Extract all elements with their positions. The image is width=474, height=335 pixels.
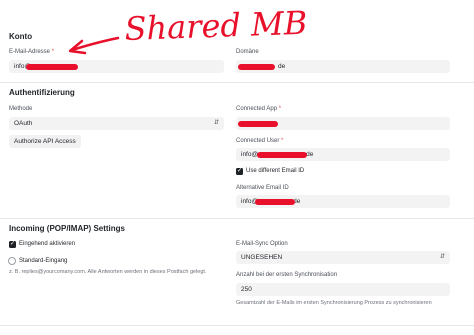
method-value: OAuth [14, 120, 33, 127]
connected-user-label-text: Connected User [236, 138, 280, 144]
required-marker: * [278, 106, 282, 112]
redaction-mark [26, 64, 78, 70]
sync-count-value: 250 [241, 286, 252, 293]
redaction-mark [257, 152, 307, 158]
authorize-api-button[interactable]: Authorize API Access [9, 135, 81, 148]
redaction-mark [255, 199, 295, 205]
redaction-mark [238, 121, 278, 127]
eingehend-checkbox[interactable]: ✓ [9, 241, 16, 248]
divider [0, 82, 474, 83]
required-marker: * [51, 49, 55, 55]
standard-eingang-radio[interactable] [8, 257, 16, 265]
section-title-incoming: Incoming (POP/IMAP) Settings [9, 224, 126, 233]
select-arrows-icon: ⇵ [439, 254, 445, 260]
email-label: E-Mail-Adresse * [9, 49, 54, 55]
section-title-konto: Konto [9, 32, 33, 41]
connected-user-suffix: de [306, 151, 314, 158]
connected-user-prefix: info@ [241, 151, 259, 158]
required-marker: * [281, 138, 284, 144]
domain-label: Domäne [236, 49, 259, 55]
connected-app-label-text: Connected App [236, 106, 278, 112]
section-title-auth: Authentifizierung [9, 88, 75, 97]
sync-option-select[interactable]: UNGESEHEN ⇵ [236, 251, 450, 264]
connected-user-label: Connected User * [236, 138, 283, 144]
incoming-help-text: z. B. replies@yourcomany.com. Alle Antwo… [9, 269, 207, 275]
method-label: Methode [9, 106, 33, 112]
select-arrows-icon: ⇵ [213, 120, 219, 126]
eingehend-label: Eingehend aktivieren [19, 241, 76, 247]
sync-count-help: Gesamtzahl der E-Mails im ersten Synchro… [236, 300, 432, 306]
sync-option-label: E-Mail-Sync Option [236, 241, 288, 247]
email-label-text: E-Mail-Adresse [9, 49, 51, 55]
method-select[interactable]: OAuth ⇵ [9, 117, 224, 130]
connected-app-label: Connected App * [236, 106, 281, 112]
alt-email-label: Alternative Email ID [236, 185, 289, 191]
use-different-email-label: Use different Email ID [246, 168, 305, 174]
use-different-email-checkbox[interactable]: ✓ [236, 168, 243, 175]
redaction-mark [238, 64, 275, 70]
arrow-icon [68, 36, 120, 55]
sync-option-value: UNGESEHEN [241, 254, 283, 261]
divider [0, 325, 474, 326]
sync-count-field[interactable]: 250 [236, 283, 450, 296]
divider [0, 218, 474, 219]
standard-eingang-label: Standard-Eingang [19, 258, 68, 264]
domain-value: de [278, 63, 286, 70]
handwritten-text: Shared MB [124, 4, 308, 48]
sync-count-label: Anzahl bei der ersten Synchronisation [236, 272, 338, 278]
